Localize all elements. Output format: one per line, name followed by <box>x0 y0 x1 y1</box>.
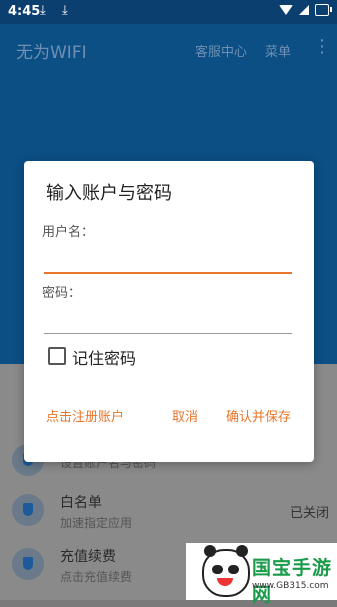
username-input[interactable] <box>44 243 292 271</box>
service-center-button[interactable]: 客服中心 <box>195 41 247 60</box>
status-time: 4:45 <box>8 4 41 19</box>
remember-password-label[interactable]: 记住密码 <box>72 345 136 369</box>
register-account-button[interactable]: 点击注册账户 <box>46 406 124 425</box>
username-label: 用户名： <box>42 225 95 240</box>
status-icons <box>279 4 332 16</box>
password-label: 密码： <box>42 286 82 301</box>
panda-logo-icon <box>202 545 250 597</box>
app-title: 无为WIFI <box>16 43 87 63</box>
username-underline <box>44 272 292 274</box>
app-bar: 无为WIFI 客服中心 菜单 ⋮ <box>0 24 337 74</box>
menu-button[interactable]: 菜单 <box>265 41 291 60</box>
cell-signal-icon <box>299 5 309 15</box>
status-bar: 4:45 ⤓ ⤓ <box>0 0 337 24</box>
remember-password-checkbox[interactable] <box>48 347 66 365</box>
list-item-title: 充值续费 <box>60 549 116 565</box>
wifi-signal-icon <box>279 5 293 15</box>
more-options-icon[interactable]: ⋮ <box>313 36 331 57</box>
cancel-button[interactable]: 取消 <box>172 406 198 425</box>
shield-icon <box>12 548 44 580</box>
list-item-subtitle: 加速指定应用 <box>60 516 133 530</box>
dialog-title: 输入账户与密码 <box>46 183 172 204</box>
watermark-url: www.GB315.com <box>252 581 329 591</box>
shield-icon <box>12 494 44 526</box>
password-underline <box>44 333 292 334</box>
watermark: 国宝手游网 www.GB315.com <box>186 543 337 606</box>
password-input[interactable] <box>44 304 292 332</box>
list-item-whitelist[interactable]: 白名单 加速指定应用 已关闭 <box>0 482 337 538</box>
watermark-brand: 国宝手游网 <box>252 557 333 606</box>
account-dialog: 输入账户与密码 用户名： 密码： 记住密码 点击注册账户 取消 确认并保存 <box>24 161 314 462</box>
download-icon: ⤓ <box>62 3 68 18</box>
battery-icon <box>315 4 332 16</box>
list-item-title: 白名单 <box>60 495 102 511</box>
download-icon: ⤓ <box>40 3 46 18</box>
whitelist-status: 已关闭 <box>289 506 329 521</box>
confirm-save-button[interactable]: 确认并保存 <box>226 406 291 425</box>
list-item-subtitle: 点击充值续费 <box>60 570 133 584</box>
